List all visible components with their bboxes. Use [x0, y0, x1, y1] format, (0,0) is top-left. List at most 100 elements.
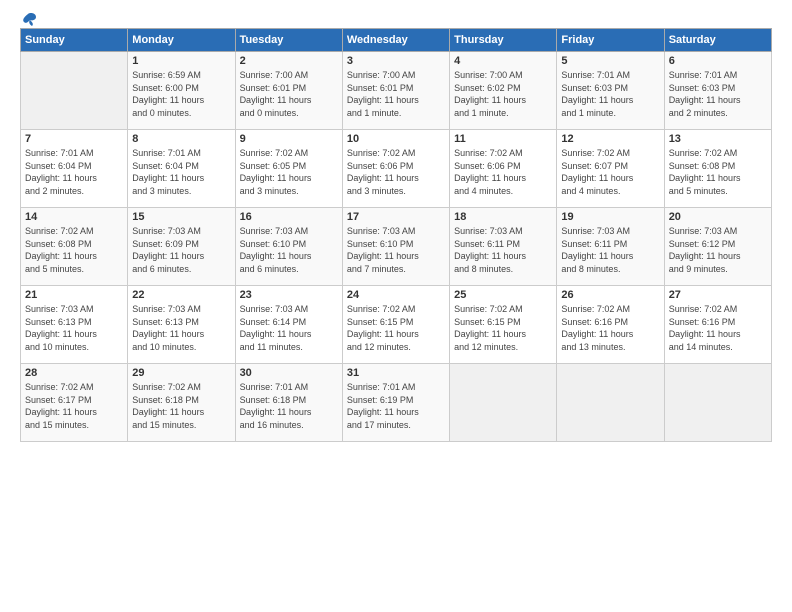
calendar-cell: 16Sunrise: 7:03 AMSunset: 6:10 PMDayligh…: [235, 208, 342, 286]
day-info: Sunrise: 7:00 AMSunset: 6:02 PMDaylight:…: [454, 69, 552, 119]
day-number: 15: [132, 211, 230, 223]
calendar-cell: 20 Sunrise: 7:03 AMSunset: 6:12 PMDayligh…: [664, 208, 771, 286]
day-info: Sunrise: 7:01 AMSunset: 6:03 PMDaylight:…: [561, 69, 659, 119]
calendar-cell: 8 Sunrise: 7:01 AMSunset: 6:04 PMDaylight…: [128, 130, 235, 208]
day-info: Sunrise: 7:02 AMSunset: 6:08 PMDaylight:…: [25, 225, 123, 275]
calendar-cell: 18 Sunrise: 7:03 AMSunset: 6:11 PMDayligh…: [450, 208, 557, 286]
calendar-cell: 27 Sunrise: 7:02 AMSunset: 6:16 PMDayligh…: [664, 286, 771, 364]
calendar-cell: 9 Sunrise: 7:02 AMSunset: 6:05 PMDaylight…: [235, 130, 342, 208]
day-number: 2: [240, 55, 338, 67]
calendar-cell: 26 Sunrise: 7:02 AMSunset: 6:16 PMDayligh…: [557, 286, 664, 364]
calendar-cell: 31 Sunrise: 7:01 AMSunset: 6:19 PMDayligh…: [342, 364, 449, 442]
calendar-cell: 19Sunrise: 7:03 AMSunset: 6:11 PMDayligh…: [557, 208, 664, 286]
calendar-cell: 15 Sunrise: 7:03 AMSunset: 6:09 PMDayligh…: [128, 208, 235, 286]
day-info: Sunrise: 7:02 AMSunset: 6:05 PMDaylight:…: [240, 147, 338, 197]
day-number: 31: [347, 367, 445, 379]
day-info: Sunrise: 7:01 AMSunset: 6:04 PMDaylight:…: [132, 147, 230, 197]
day-info: Sunrise: 7:02 AMSunset: 6:08 PMDaylight:…: [669, 147, 767, 197]
calendar-cell: 25 Sunrise: 7:02 AMSunset: 6:15 PMDayligh…: [450, 286, 557, 364]
day-number: 7: [25, 133, 123, 145]
day-number: 10: [347, 133, 445, 145]
day-number: 21: [25, 289, 123, 301]
calendar-week-row: 14 Sunrise: 7:02 AMSunset: 6:08 PMDayligh…: [21, 208, 772, 286]
day-info: Sunrise: 7:02 AMSunset: 6:18 PMDaylight:…: [132, 381, 230, 431]
calendar-cell: 3Sunrise: 7:00 AMSunset: 6:01 PMDaylight…: [342, 52, 449, 130]
day-number: 11: [454, 133, 552, 145]
day-number: 20: [669, 211, 767, 223]
calendar-cell: 22 Sunrise: 7:03 AMSunset: 6:13 PMDayligh…: [128, 286, 235, 364]
calendar-cell: 21 Sunrise: 7:03 AMSunset: 6:13 PMDayligh…: [21, 286, 128, 364]
day-header-friday: Friday: [557, 29, 664, 52]
calendar-week-row: 7 Sunrise: 7:01 AMSunset: 6:04 PMDaylight…: [21, 130, 772, 208]
day-number: 8: [132, 133, 230, 145]
day-info: Sunrise: 7:03 AMSunset: 6:11 PMDaylight:…: [561, 225, 659, 275]
day-info: Sunrise: 7:01 AMSunset: 6:18 PMDaylight:…: [240, 381, 338, 431]
day-info: Sunrise: 7:03 AMSunset: 6:13 PMDaylight:…: [25, 303, 123, 353]
day-info: Sunrise: 7:03 AMSunset: 6:12 PMDaylight:…: [669, 225, 767, 275]
calendar-cell: 28 Sunrise: 7:02 AMSunset: 6:17 PMDayligh…: [21, 364, 128, 442]
day-info: Sunrise: 7:03 AMSunset: 6:09 PMDaylight:…: [132, 225, 230, 275]
calendar-week-row: 1 Sunrise: 6:59 AMSunset: 6:00 PMDaylight…: [21, 52, 772, 130]
day-number: 27: [669, 289, 767, 301]
day-number: 3: [347, 55, 445, 67]
day-info: Sunrise: 7:02 AMSunset: 6:15 PMDaylight:…: [454, 303, 552, 353]
day-info: Sunrise: 6:59 AMSunset: 6:00 PMDaylight:…: [132, 69, 230, 119]
calendar-cell: [557, 364, 664, 442]
day-number: 6: [669, 55, 767, 67]
day-number: 22: [132, 289, 230, 301]
day-header-tuesday: Tuesday: [235, 29, 342, 52]
calendar-cell: [450, 364, 557, 442]
day-info: Sunrise: 7:01 AMSunset: 6:03 PMDaylight:…: [669, 69, 767, 119]
day-header-thursday: Thursday: [450, 29, 557, 52]
day-info: Sunrise: 7:02 AMSunset: 6:06 PMDaylight:…: [454, 147, 552, 197]
calendar-cell: 12 Sunrise: 7:02 AMSunset: 6:07 PMDayligh…: [557, 130, 664, 208]
calendar-week-row: 28 Sunrise: 7:02 AMSunset: 6:17 PMDayligh…: [21, 364, 772, 442]
calendar-header-row: SundayMondayTuesdayWednesdayThursdayFrid…: [21, 29, 772, 52]
day-header-monday: Monday: [128, 29, 235, 52]
day-number: 29: [132, 367, 230, 379]
calendar-cell: 4 Sunrise: 7:00 AMSunset: 6:02 PMDaylight…: [450, 52, 557, 130]
day-number: 17: [347, 211, 445, 223]
day-info: Sunrise: 7:02 AMSunset: 6:17 PMDaylight:…: [25, 381, 123, 431]
day-header-saturday: Saturday: [664, 29, 771, 52]
calendar-cell: [21, 52, 128, 130]
day-info: Sunrise: 7:01 AMSunset: 6:19 PMDaylight:…: [347, 381, 445, 431]
calendar-cell: 6 Sunrise: 7:01 AMSunset: 6:03 PMDaylight…: [664, 52, 771, 130]
day-info: Sunrise: 7:02 AMSunset: 6:07 PMDaylight:…: [561, 147, 659, 197]
page-container: SundayMondayTuesdayWednesdayThursdayFrid…: [0, 0, 792, 452]
calendar-table: SundayMondayTuesdayWednesdayThursdayFrid…: [20, 28, 772, 442]
day-number: 26: [561, 289, 659, 301]
calendar-cell: 5 Sunrise: 7:01 AMSunset: 6:03 PMDaylight…: [557, 52, 664, 130]
logo-bird-icon: [18, 12, 38, 32]
day-info: Sunrise: 7:00 AMSunset: 6:01 PMDaylight:…: [240, 69, 338, 119]
day-info: Sunrise: 7:03 AMSunset: 6:10 PMDaylight:…: [347, 225, 445, 275]
day-number: 28: [25, 367, 123, 379]
day-info: Sunrise: 7:02 AMSunset: 6:15 PMDaylight:…: [347, 303, 445, 353]
calendar-cell: 29 Sunrise: 7:02 AMSunset: 6:18 PMDayligh…: [128, 364, 235, 442]
day-header-wednesday: Wednesday: [342, 29, 449, 52]
day-number: 9: [240, 133, 338, 145]
day-number: 4: [454, 55, 552, 67]
day-info: Sunrise: 7:03 AMSunset: 6:13 PMDaylight:…: [132, 303, 230, 353]
calendar-cell: 17 Sunrise: 7:03 AMSunset: 6:10 PMDayligh…: [342, 208, 449, 286]
day-number: 18: [454, 211, 552, 223]
calendar-cell: 13Sunrise: 7:02 AMSunset: 6:08 PMDayligh…: [664, 130, 771, 208]
day-number: 14: [25, 211, 123, 223]
day-number: 30: [240, 367, 338, 379]
day-info: Sunrise: 7:03 AMSunset: 6:10 PMDaylight:…: [240, 225, 338, 275]
day-number: 12: [561, 133, 659, 145]
day-info: Sunrise: 7:02 AMSunset: 6:06 PMDaylight:…: [347, 147, 445, 197]
day-info: Sunrise: 7:03 AMSunset: 6:11 PMDaylight:…: [454, 225, 552, 275]
day-info: Sunrise: 7:02 AMSunset: 6:16 PMDaylight:…: [561, 303, 659, 353]
calendar-cell: 23Sunrise: 7:03 AMSunset: 6:14 PMDayligh…: [235, 286, 342, 364]
day-number: 25: [454, 289, 552, 301]
calendar-cell: 30 Sunrise: 7:01 AMSunset: 6:18 PMDayligh…: [235, 364, 342, 442]
calendar-cell: 11 Sunrise: 7:02 AMSunset: 6:06 PMDayligh…: [450, 130, 557, 208]
day-info: Sunrise: 7:02 AMSunset: 6:16 PMDaylight:…: [669, 303, 767, 353]
day-info: Sunrise: 7:03 AMSunset: 6:14 PMDaylight:…: [240, 303, 338, 353]
day-number: 5: [561, 55, 659, 67]
day-number: 24: [347, 289, 445, 301]
day-number: 1: [132, 55, 230, 67]
calendar-cell: 24 Sunrise: 7:02 AMSunset: 6:15 PMDayligh…: [342, 286, 449, 364]
calendar-cell: [664, 364, 771, 442]
